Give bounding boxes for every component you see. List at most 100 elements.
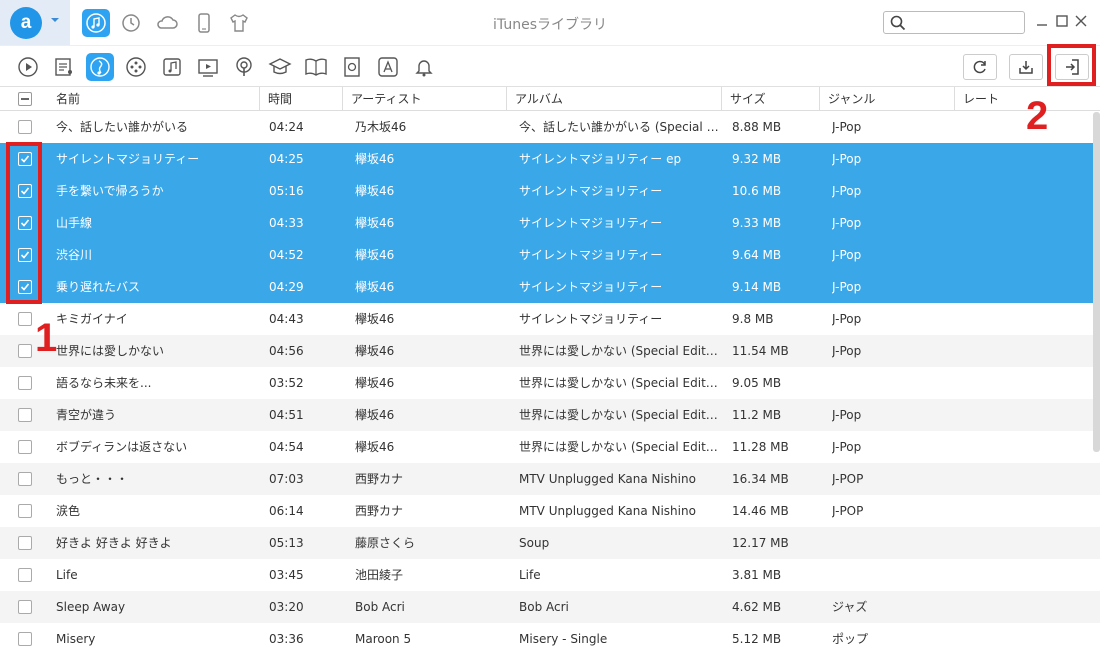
table-row[interactable]: 今、話したい誰かがいる 04:24 乃木坂46 今、話したい誰かがいる (Specia… (0, 111, 1100, 143)
select-all-checkbox[interactable] (18, 92, 32, 106)
play-icon[interactable] (14, 53, 42, 81)
song-artist: 藤原さくら (355, 536, 416, 550)
song-artist: 欅坂46 (355, 152, 395, 166)
book-icon[interactable] (302, 53, 330, 81)
ringtone-icon[interactable] (122, 53, 150, 81)
song-time: 04:24 (269, 120, 304, 134)
table-row[interactable]: ボブディランは返さない 04:54 欅坂46 世界には愛しかない (Special E… (0, 431, 1100, 463)
highlight-export-button (1047, 44, 1096, 86)
music-note-icon[interactable] (86, 53, 114, 81)
row-checkbox[interactable] (18, 120, 32, 134)
column-header-time[interactable]: 時間 (260, 87, 343, 111)
song-name: サイレントマジョリティー (56, 152, 200, 166)
song-name: 手を繋いで帰ろうか (56, 184, 164, 198)
table-row[interactable]: Misery 03:36 Maroon 5 Misery - Single 5.12 M… (0, 623, 1100, 655)
podcast-icon[interactable] (230, 53, 258, 81)
song-name: 山手線 (56, 216, 93, 230)
vertical-scrollbar[interactable] (1093, 112, 1100, 452)
table-row[interactable]: 渋谷川 04:52 欅坂46 サイレントマジョリティー 9.64 MB J-Pop (0, 239, 1100, 271)
column-header-genre[interactable]: ジャンル (820, 87, 955, 111)
row-checkbox[interactable] (18, 568, 32, 582)
row-checkbox[interactable] (18, 312, 32, 326)
song-name: 涙色 (56, 504, 81, 518)
import-button[interactable] (1009, 54, 1043, 80)
minimize-icon[interactable] (1035, 14, 1049, 28)
app-store-icon[interactable] (374, 53, 402, 81)
song-album: 世界には愛しかない (Special Edition) (519, 440, 719, 454)
refresh-button[interactable] (963, 54, 997, 80)
bell-icon[interactable] (410, 53, 438, 81)
song-artist: 欅坂46 (355, 376, 395, 390)
song-size: 4.62 MB (732, 600, 782, 614)
song-time: 04:56 (269, 344, 304, 358)
column-header-artist[interactable]: アーティスト (343, 87, 507, 111)
column-header-album[interactable]: アルバム (507, 87, 722, 111)
table-row[interactable]: 青空が違う 04:51 欅坂46 世界には愛しかない (Special Edition… (0, 399, 1100, 431)
refresh-icon (973, 60, 986, 74)
song-genre (832, 559, 952, 591)
song-genre (832, 527, 952, 559)
maximize-icon[interactable] (1055, 14, 1069, 28)
table-row[interactable]: Sleep Away 03:20 Bob Acri Bob Acri 4.62 MB ジャ… (0, 591, 1100, 623)
song-name: キミガイナイ (56, 312, 128, 326)
row-checkbox[interactable] (18, 632, 32, 646)
column-header-rate[interactable]: レート (955, 87, 1093, 111)
row-checkbox[interactable] (18, 408, 32, 422)
table-row[interactable]: 世界には愛しかない 04:56 欅坂46 世界には愛しかない (Special Edi… (0, 335, 1100, 367)
song-genre: J-POP (832, 504, 864, 518)
column-header-size[interactable]: サイズ (722, 87, 820, 111)
song-time: 03:36 (269, 632, 304, 646)
row-checkbox[interactable] (18, 600, 32, 614)
tshirt-icon[interactable] (225, 9, 253, 37)
table-row[interactable]: 乗り遅れたバス 04:29 欅坂46 サイレントマジョリティー 9.14 MB J-Pop (0, 271, 1100, 303)
row-checkbox[interactable] (18, 504, 32, 518)
playlist-icon[interactable] (50, 53, 78, 81)
song-size: 9.05 MB (732, 376, 782, 390)
music-video-icon[interactable] (158, 53, 186, 81)
row-checkbox[interactable] (18, 472, 32, 486)
audiobook-icon[interactable] (338, 53, 366, 81)
table-row[interactable]: 語るなら未来を... 03:52 欅坂46 世界には愛しかない (Special Ed… (0, 367, 1100, 399)
app-logo-icon[interactable]: a (10, 7, 42, 39)
history-icon[interactable] (117, 9, 145, 37)
song-album: 世界には愛しかない (Special Edition) (519, 408, 719, 422)
song-size: 16.34 MB (732, 472, 789, 486)
table-row[interactable]: キミガイナイ 04:43 欅坂46 サイレントマジョリティー 9.8 MB J-Pop (0, 303, 1100, 335)
music-icon[interactable] (82, 9, 110, 37)
song-genre: ジャズ (832, 600, 868, 614)
close-icon[interactable] (1074, 14, 1088, 28)
song-name: 乗り遅れたバス (56, 280, 141, 294)
row-checkbox[interactable] (18, 344, 32, 358)
cloud-icon[interactable] (153, 9, 181, 37)
song-album: サイレントマジョリティー (519, 312, 663, 326)
song-genre: J-Pop (832, 440, 862, 454)
table-row[interactable]: 山手線 04:33 欅坂46 サイレントマジョリティー 9.33 MB J-Pop (0, 207, 1100, 239)
song-size: 14.46 MB (732, 504, 789, 518)
table-row[interactable]: もっと・・・ 07:03 西野カナ MTV Unplugged Kana Nishin… (0, 463, 1100, 495)
phone-icon[interactable] (190, 9, 218, 37)
song-artist: 欅坂46 (355, 216, 395, 230)
song-genre: J-Pop (832, 312, 862, 326)
app-menu[interactable]: a (0, 0, 70, 45)
tv-icon[interactable] (194, 53, 222, 81)
search-input[interactable] (910, 14, 1020, 31)
table-row[interactable]: サイレントマジョリティー 04:25 欅坂46 サイレントマジョリティー ep 9.32… (0, 143, 1100, 175)
row-checkbox[interactable] (18, 440, 32, 454)
row-checkbox[interactable] (18, 536, 32, 550)
itunes-u-icon[interactable] (266, 53, 294, 81)
song-album: MTV Unplugged Kana Nishino (519, 472, 696, 486)
search-box[interactable] (883, 11, 1025, 34)
table-row[interactable]: 好きよ 好きよ 好きよ 05:13 藤原さくら Soup 12.17 MB (0, 527, 1100, 559)
song-artist: 欅坂46 (355, 312, 395, 326)
row-checkbox[interactable] (18, 376, 32, 390)
chevron-down-icon[interactable] (51, 16, 59, 24)
table-row[interactable]: Life 03:45 池田綾子 Life 3.81 MB (0, 559, 1100, 591)
song-genre: J-POP (832, 472, 864, 486)
table-row[interactable]: 手を繋いで帰ろうか 05:16 欅坂46 サイレントマジョリティー 10.6 MB J-P… (0, 175, 1100, 207)
column-header-name[interactable]: 名前 (48, 87, 260, 111)
song-genre: J-Pop (832, 216, 862, 230)
annotation-step-2: 2 (1026, 94, 1049, 138)
song-size: 9.8 MB (732, 312, 774, 326)
import-icon (1019, 61, 1033, 74)
table-row[interactable]: 涙色 06:14 西野カナ MTV Unplugged Kana Nishino 14.… (0, 495, 1100, 527)
